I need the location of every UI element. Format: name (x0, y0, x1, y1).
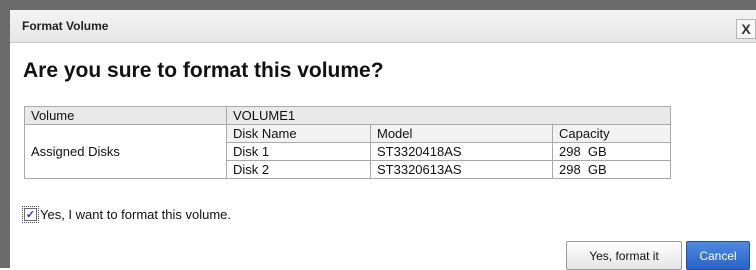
disk-capacity-cell: 298 GB (552, 142, 671, 161)
dialog-title: Format Volume (22, 19, 109, 33)
model-header: Model (370, 124, 553, 143)
table-row: Assigned Disks Disk Name Model Capacity (24, 124, 671, 179)
assigned-disks-label-cell: Assigned Disks (24, 124, 227, 179)
volume-label-cell: Volume (24, 106, 227, 125)
disk-name-cell: Disk 2 (226, 160, 371, 179)
window-frame-left (0, 0, 10, 268)
confirmation-heading: Are you sure to format this volume? (23, 59, 384, 82)
disk-name-cell: Disk 1 (226, 142, 371, 161)
close-button[interactable]: X (736, 19, 756, 39)
volume-value-cell: VOLUME1 (226, 106, 671, 125)
dialog-titlebar: Format Volume X (10, 10, 756, 43)
format-button[interactable]: Yes, format it (566, 241, 682, 270)
format-volume-dialog: Format Volume X Are you sure to format t… (10, 10, 756, 270)
window-frame-top (0, 0, 756, 10)
cancel-button[interactable]: Cancel (686, 241, 750, 270)
disk-model-cell: ST3320418AS (370, 142, 553, 161)
close-icon: X (741, 21, 751, 37)
checkmark-icon: ✓ (25, 208, 36, 221)
confirm-checkbox[interactable]: ✓ (22, 205, 39, 223)
table-row: Volume VOLUME1 (24, 106, 671, 125)
disk-model-cell: ST3320613AS (370, 160, 553, 179)
volume-info-table: Volume VOLUME1 Assigned Disks Disk Name … (24, 106, 671, 179)
capacity-header: Capacity (552, 124, 671, 143)
confirm-checkbox-label[interactable]: Yes, I want to format this volume. (40, 207, 231, 222)
disk-capacity-cell: 298 GB (552, 160, 671, 179)
confirm-checkbox-row[interactable]: ✓ Yes, I want to format this volume. (22, 204, 231, 224)
disk-name-header: Disk Name (226, 124, 371, 143)
